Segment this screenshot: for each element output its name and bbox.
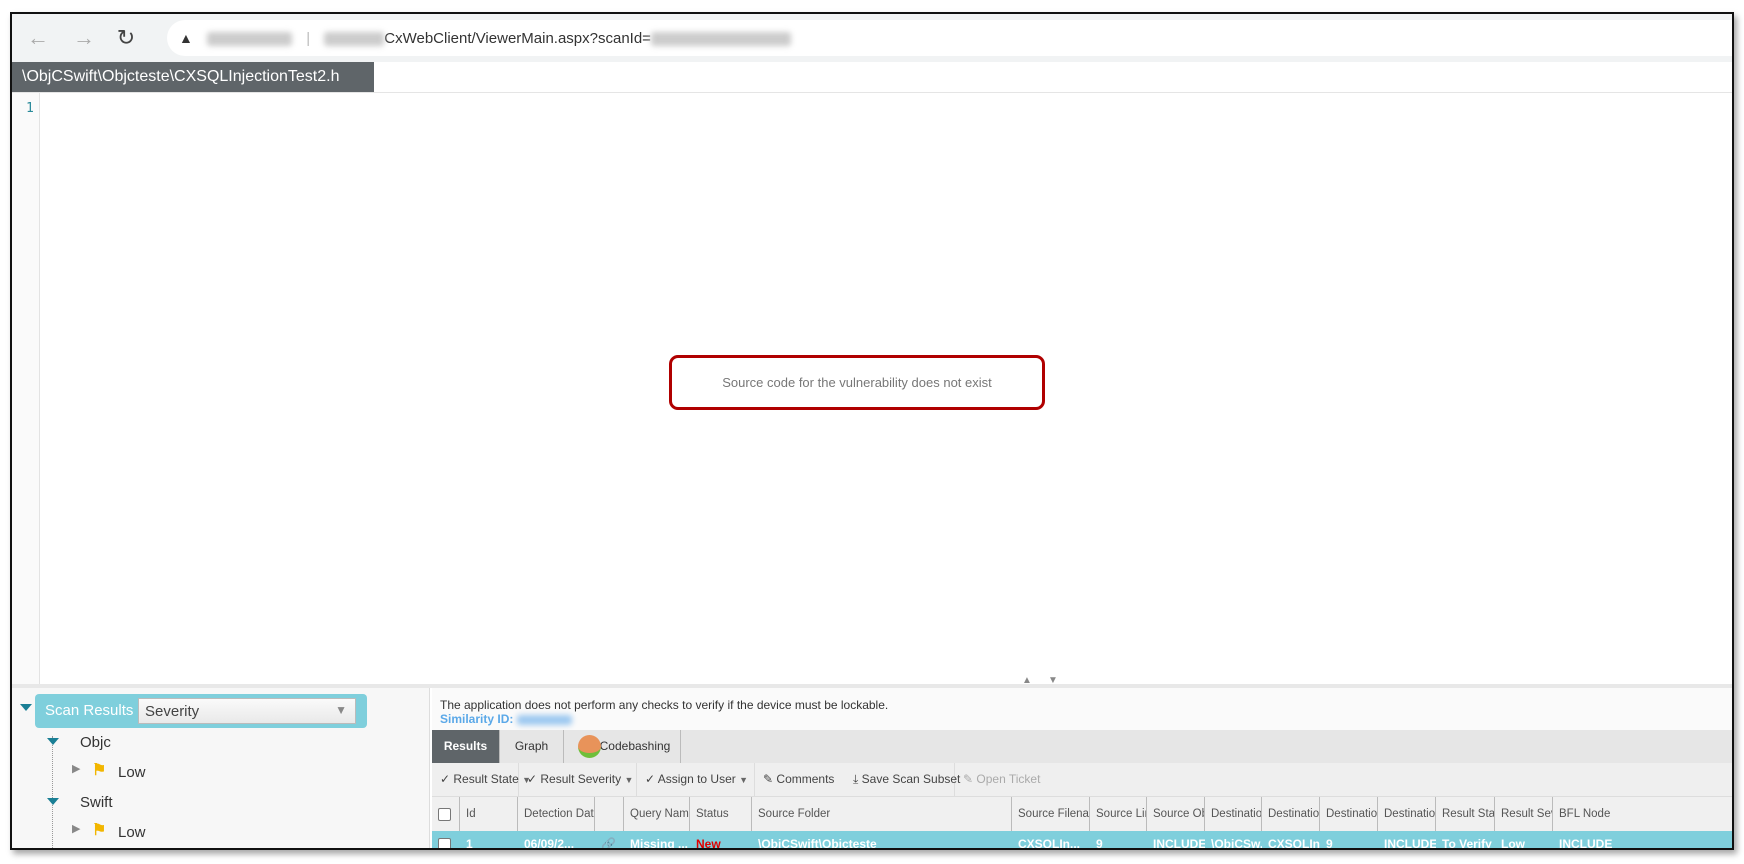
collapse-up-icon[interactable]: ▲ [1022, 675, 1032, 686]
line-gutter [12, 93, 40, 684]
tab-codebashing-label: Codebashing [599, 739, 671, 753]
browser-toolbar: ← → ↻ ▲ | CxWebClient/ViewerMain.aspx?sc… [12, 14, 1732, 62]
pencil-icon: ✎ [763, 772, 774, 786]
scan-results-header: Scan Results Severity ▼ [35, 694, 367, 728]
scan-results-tree: Scan Results Severity ▼ Objc ▶ ⚑ Low Swif… [12, 688, 430, 848]
results-toolbar: ✓ Result State ▼ ✓ Result Severity ▼ ✓ A… [432, 763, 1732, 796]
expand-icon[interactable] [20, 704, 32, 711]
table-cell: CXSQLIn... [1268, 837, 1320, 850]
column-header[interactable]: Detection Date [518, 797, 595, 831]
warning-icon: ▲ [179, 30, 193, 46]
label: Assign to User [657, 772, 736, 786]
back-arrow-icon[interactable]: ← [24, 24, 52, 52]
tab-results[interactable]: Results [432, 730, 500, 763]
column-header[interactable]: Source Filename [1012, 797, 1090, 831]
column-header[interactable]: BFL Node [1553, 797, 1732, 831]
table-header: Id Detection Date Query Name Status Source F… [432, 796, 1732, 831]
pencil-icon: ✎ [963, 772, 974, 786]
tree-node-low[interactable]: Low [118, 764, 146, 781]
result-state-button[interactable]: ✓ Result State ▼ [432, 763, 531, 796]
column-header[interactable]: Destination Object [1378, 797, 1436, 831]
no-source-message: Source code for the vulnerability does n… [669, 355, 1045, 410]
result-severity-button[interactable]: ✓ Result Severity ▼ [519, 763, 637, 796]
table-cell: \ObjCSwift\Objcteste [758, 837, 877, 850]
tab-codebashing[interactable]: Codebashing [564, 730, 681, 763]
codebashing-mascot-icon [578, 735, 601, 758]
reload-icon[interactable]: ↻ [112, 24, 140, 52]
similarity-id: Similarity ID: [440, 712, 572, 726]
checkbox[interactable] [438, 808, 451, 821]
table-cell: 1 [466, 837, 473, 850]
group-by-value: Severity [145, 703, 200, 720]
comments-button[interactable]: ✎ Comments [755, 763, 845, 796]
table-cell: \ObjCSw... [1211, 837, 1262, 850]
forward-arrow-icon[interactable]: → [70, 24, 98, 52]
tree-node-objc[interactable]: Objc [80, 734, 111, 751]
scan-results-label: Scan Results [45, 702, 134, 719]
table-cell: Missing ... [630, 837, 689, 850]
query-description: The application does not perform any che… [440, 698, 889, 712]
column-header[interactable]: Destination Line [1320, 797, 1378, 831]
table-cell: Low [1501, 837, 1525, 850]
column-header[interactable]: Id [460, 797, 518, 831]
assign-to-user-button[interactable]: ✓ Assign to User ▼ [637, 763, 755, 796]
table-cell: INCLUDE... [1153, 837, 1205, 850]
label: Comments [776, 772, 835, 786]
label: Result State [453, 772, 519, 786]
column-header[interactable]: Status [690, 797, 752, 831]
tree-node-low[interactable]: Low [118, 824, 146, 841]
column-header[interactable]: Source Folder [752, 797, 1012, 831]
address-bar[interactable]: ▲ | CxWebClient/ViewerMain.aspx?scanId= [167, 20, 1732, 56]
table-cell: CXSQLIn... [1018, 837, 1081, 850]
open-ticket-button[interactable]: ✎ Open Ticket [955, 763, 1055, 796]
label: Open Ticket [976, 772, 1041, 786]
collapsed-arrow-icon[interactable]: ▶ [72, 822, 80, 835]
result-tabs: Results Graph Codebashing [432, 730, 1732, 763]
tree-node-swift[interactable]: Swift [80, 794, 113, 811]
similarity-label: Similarity ID: [440, 712, 514, 726]
label: Save Scan Subset [861, 772, 961, 786]
collapse-down-icon[interactable]: ▼ [1048, 675, 1058, 686]
expand-icon[interactable] [47, 738, 59, 745]
select-all-checkbox [432, 797, 460, 831]
table-cell: 9 [1326, 837, 1333, 850]
row-checkbox [432, 831, 460, 848]
browser-window: ← → ↻ ▲ | CxWebClient/ViewerMain.aspx?sc… [10, 12, 1734, 850]
file-tab[interactable]: \ObjCSwift\Objcteste\CXSQLInjectionTest2… [12, 62, 374, 92]
checkbox[interactable] [438, 838, 451, 848]
group-by-select[interactable]: Severity ▼ [138, 698, 356, 724]
table-row[interactable]: 1 06/09/2... 🔗 Missing ... New \ObjCSwift\Obj… [432, 831, 1732, 850]
column-header[interactable]: Destination File [1262, 797, 1320, 831]
tab-graph[interactable]: Graph [500, 730, 564, 763]
flag-icon: ⚑ [92, 762, 107, 779]
table-cell: INCLUDE [1559, 837, 1613, 850]
column-header[interactable]: Result Severity [1495, 797, 1553, 831]
column-header[interactable]: Query Name [624, 797, 690, 831]
collapsed-arrow-icon[interactable]: ▶ [72, 762, 80, 775]
label: Result Severity [540, 772, 622, 786]
column-header[interactable]: Source Line [1090, 797, 1147, 831]
url-text: CxWebClient/ViewerMain.aspx?scanId= [384, 30, 651, 47]
results-panel: The application does not perform any che… [432, 688, 1732, 848]
link-icon: 🔗 [601, 837, 616, 850]
chevron-down-icon: ▼ [335, 703, 347, 717]
code-editor: 1 Source code for the vulnerability does… [12, 92, 1732, 684]
download-icon: ⤓ [853, 772, 859, 786]
table-cell: To Verify [1442, 837, 1492, 850]
column-header[interactable]: Source Object [1147, 797, 1205, 831]
expand-icon[interactable] [47, 798, 59, 805]
column-header[interactable]: Destination Folder [1205, 797, 1262, 831]
column-header[interactable]: Result State [1436, 797, 1495, 831]
table-cell: New [696, 837, 721, 850]
line-number: 1 [26, 101, 34, 116]
save-scan-subset-button[interactable]: ⤓ Save Scan Subset [845, 763, 960, 796]
flag-icon: ⚑ [92, 822, 107, 839]
table-cell: 9 [1096, 837, 1103, 850]
table-cell: 06/09/2... [524, 837, 575, 850]
table-cell: INCLUDE... [1384, 837, 1436, 850]
column-header[interactable] [595, 797, 624, 831]
